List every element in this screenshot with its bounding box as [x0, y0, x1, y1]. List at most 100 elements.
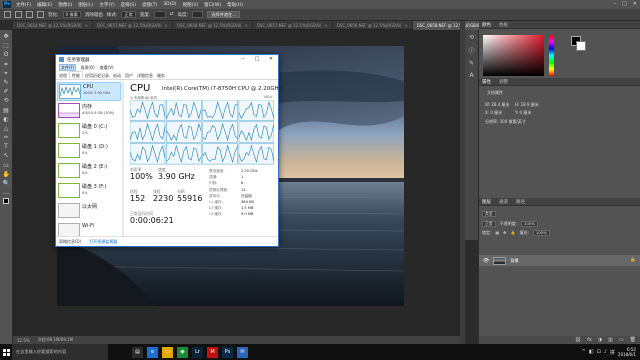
lock-all-icon[interactable]: 🔒	[511, 230, 516, 235]
tm-titlebar[interactable]: 任务管理器 – □ ✕	[56, 55, 278, 64]
input-method-icon[interactable]: 拼	[610, 349, 615, 356]
menu-layer[interactable]: 图层(L)	[78, 2, 93, 8]
tool-icon[interactable]: ↖	[3, 152, 10, 159]
zoom-level[interactable]: 12.5%	[17, 338, 30, 343]
resource-item[interactable]: 以太网	[57, 202, 121, 221]
tool-icon[interactable]: ✋	[3, 171, 10, 178]
taskbar-app-icon[interactable]: Ps	[222, 346, 233, 358]
menu-select[interactable]: 选择(S)	[121, 2, 136, 8]
blend-mode-select[interactable]: 正常	[482, 220, 496, 227]
tm-tab[interactable]: 用户	[123, 71, 135, 79]
tool-icon[interactable]: ⌗	[3, 61, 10, 68]
menu-type[interactable]: 文字(Y)	[99, 2, 114, 8]
menu-view[interactable]: 视图(V)	[183, 2, 199, 8]
menu-window[interactable]: 窗口(W)	[204, 2, 221, 8]
maximize-icon[interactable]: □	[622, 1, 627, 7]
tm-tab[interactable]: 详细信息	[135, 71, 155, 79]
tool-icon[interactable]: ✐	[3, 88, 10, 95]
subtract-selection-icon[interactable]	[37, 11, 44, 18]
foreground-swatch[interactable]	[3, 198, 9, 205]
tool-icon[interactable]: 🔍	[3, 180, 10, 187]
tool-icon[interactable]: ⌖	[3, 70, 10, 77]
color-picker-field[interactable]	[483, 35, 544, 76]
battery-icon[interactable]: ⊡	[597, 349, 601, 355]
doc-tab[interactable]: DSC_0657.NEF @ 12.5%(RGB/8) ×	[253, 21, 333, 30]
character-icon[interactable]: A	[469, 72, 473, 79]
layer-background[interactable]: 👁 背景 🔒	[479, 255, 640, 266]
minimize-icon[interactable]: –	[614, 1, 617, 7]
menu-file[interactable]: 文件(F)	[16, 2, 31, 8]
prop-x[interactable]: X: 0 厘米	[485, 110, 502, 116]
tool-icon[interactable]: ◐	[3, 116, 10, 123]
adjustment-layer-icon[interactable]: ◑	[598, 337, 602, 343]
tab-close-icon[interactable]: ×	[324, 21, 327, 30]
info-icon[interactable]: ⓘ	[468, 46, 474, 55]
taskbar-app-icon[interactable]: e	[147, 346, 158, 358]
tool-icon[interactable]: ʘ	[3, 51, 10, 58]
tool-icon[interactable]: ▭	[3, 162, 10, 169]
tab-close-icon[interactable]: ×	[404, 21, 407, 30]
tm-tab[interactable]: 启动	[111, 71, 123, 79]
doc-tab[interactable]: DSC_0656.NEF @ 12.5%(RGB/8) ×	[333, 21, 413, 30]
new-selection-icon[interactable]	[15, 11, 22, 18]
tm-tab[interactable]: 应用历史记录	[83, 71, 111, 79]
select-and-mask-button[interactable]: 选择并遮住...	[207, 11, 241, 18]
prop-height[interactable]: H: 18.9 厘米	[515, 102, 539, 108]
menu-image[interactable]: 图像(I)	[58, 2, 72, 8]
taskbar-search-box[interactable]: 在这里输入你要搜索的内容	[12, 344, 108, 360]
menu-3d[interactable]: 3D(D)	[163, 2, 176, 7]
brush-settings-icon[interactable]: ✎	[469, 60, 474, 67]
tm-menu-options[interactable]: 选项(O)	[79, 64, 95, 71]
tm-minimize-icon[interactable]: –	[236, 55, 250, 64]
tm-tab[interactable]: 进程	[57, 71, 69, 79]
taskbar-app-icon[interactable]: Lr	[192, 346, 203, 358]
tab-color[interactable]: 颜色	[482, 22, 491, 28]
tab-adjustments[interactable]: 调整	[499, 79, 508, 85]
menu-filter[interactable]: 滤镜(T)	[142, 2, 157, 8]
taskbar-app-icon[interactable]: ✉	[237, 346, 248, 358]
tool-icon[interactable]: ✑	[3, 134, 10, 141]
tab-channels[interactable]: 通道	[499, 199, 508, 205]
close-icon[interactable]: ✕	[633, 1, 637, 7]
resource-item[interactable]: 磁盘 3 (F:) 0%	[57, 182, 121, 201]
tab-close-icon[interactable]: ×	[244, 21, 247, 30]
tool-icon[interactable]: ▤	[3, 107, 10, 114]
visibility-eye-icon[interactable]: 👁	[483, 258, 489, 264]
tab-swatches[interactable]: 色板	[499, 22, 508, 28]
add-selection-icon[interactable]	[26, 11, 33, 18]
feather-input[interactable]: 0 像素	[62, 11, 81, 18]
resource-item[interactable]: 磁盘 0 (C:) 2%	[57, 122, 121, 141]
fill-input[interactable]: 100%	[532, 229, 550, 236]
tm-menu-view[interactable]: 查看(V)	[99, 64, 115, 71]
prop-y[interactable]: Y: 0 厘米	[515, 110, 531, 116]
taskbar-clock[interactable]: 6:52 2018/6/1	[618, 347, 636, 357]
menu-help[interactable]: 帮助(H)	[227, 2, 243, 8]
fewer-details-link[interactable]: 简略信息(D)	[59, 239, 81, 245]
trash-icon[interactable]: 🗑	[630, 337, 636, 343]
new-layer-icon[interactable]: ▭	[619, 337, 624, 343]
tool-icon[interactable]: △	[3, 125, 10, 132]
task-manager-window[interactable]: 任务管理器 – □ ✕ 文件(F) 选项(O) 查看(V) 进程 性能 应用历史记录…	[55, 54, 282, 247]
tab-close-icon[interactable]: ×	[165, 21, 168, 30]
start-button[interactable]	[0, 344, 12, 360]
open-resource-monitor-link[interactable]: 打开资源监视器	[89, 239, 117, 245]
doc-tab[interactable]: DSC_0654.NEF @ 12.5%(RGB/8) ×	[13, 21, 93, 30]
tm-tab[interactable]: 服务	[155, 71, 167, 79]
tm-sidebar-scrollbar[interactable]	[122, 81, 124, 236]
resource-item[interactable]: CPU 100% 3.90 GHz	[57, 82, 121, 101]
resource-item[interactable]: 磁盘 1 (D:) 0%	[57, 142, 121, 161]
background-color-chip[interactable]	[576, 41, 586, 51]
taskbar-app-icon[interactable]: ▭	[162, 346, 173, 358]
tool-icon[interactable]: ✎	[3, 79, 10, 86]
network-icon[interactable]: ◧	[589, 349, 594, 355]
taskbar-app-icon[interactable]: ▤	[132, 346, 143, 358]
height-input[interactable]	[192, 11, 204, 18]
hue-slider[interactable]	[549, 35, 554, 76]
swap-icon[interactable]: ⇄	[170, 12, 174, 17]
tm-menu-file[interactable]: 文件(F)	[59, 64, 77, 71]
new-group-icon[interactable]: ▥	[608, 337, 613, 343]
doc-tab[interactable]: DSC_0658.NEF @ 12.5%(RGB/8)×	[173, 21, 253, 30]
tab-layers[interactable]: 图层	[482, 199, 491, 205]
tm-close-icon[interactable]: ✕	[264, 55, 278, 64]
lock-pixels-icon[interactable]: ▦	[495, 230, 499, 235]
